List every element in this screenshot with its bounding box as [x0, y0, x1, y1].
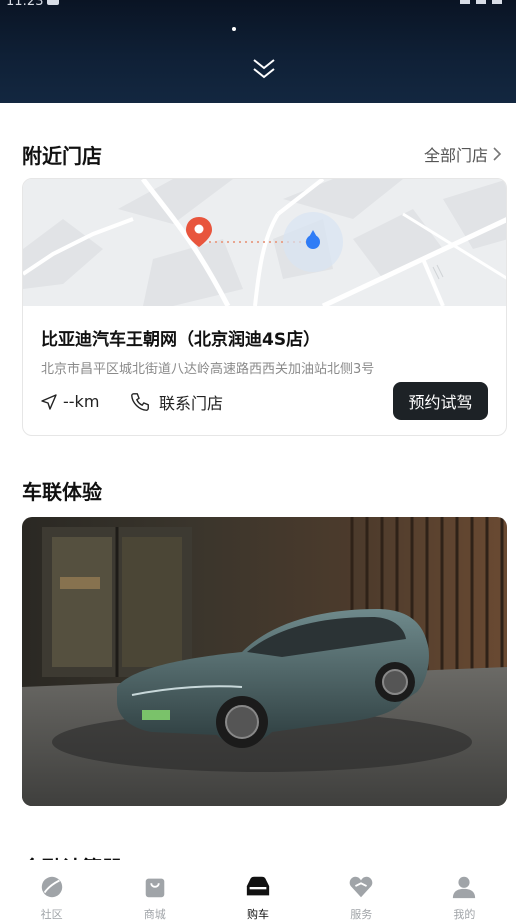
chevron-right-icon: [493, 147, 502, 161]
finance-calculator-title: 金融计算器: [22, 846, 122, 860]
bottom-tab-bar: 社区 商城 购车 服务 我的: [0, 862, 516, 922]
tab-buy-car[interactable]: 购车: [206, 862, 309, 922]
distance-value: --km: [63, 392, 100, 411]
battery-icon: [492, 0, 502, 4]
store-distance: --km: [41, 392, 99, 411]
tab-label: 服务: [350, 908, 373, 921]
tab-mall[interactable]: 商城: [103, 862, 206, 922]
community-icon: [41, 876, 62, 898]
service-icon: [349, 876, 373, 898]
status-bar-time: 11:23: [6, 0, 60, 9]
car-icon: [246, 876, 270, 896]
connected-experience-title: 车联体验: [22, 480, 102, 504]
status-bar-icons: [460, 0, 502, 4]
all-stores-link[interactable]: 全部门店: [424, 142, 502, 166]
hero-banner: 11:23: [0, 0, 516, 103]
phone-icon: [131, 393, 149, 411]
connected-experience-banner[interactable]: [22, 517, 507, 806]
nearby-stores-title: 附近门店: [22, 144, 102, 168]
car-showroom-image: [22, 517, 507, 806]
all-stores-label: 全部门店: [423, 146, 488, 165]
store-address: 北京市昌平区城北街道八达岭高速路西西关加油站北侧3号: [41, 362, 375, 377]
wifi-icon: [460, 0, 470, 4]
profile-icon: [453, 876, 476, 899]
carousel-dot: [232, 27, 236, 31]
tab-profile[interactable]: 我的: [413, 862, 516, 922]
tab-service[interactable]: 服务: [310, 862, 413, 922]
store-name: 比亚迪汽车王朝网（北京润迪4S店）: [41, 330, 321, 350]
mall-bag-icon: [145, 878, 165, 898]
chevron-down-icon[interactable]: [252, 58, 276, 80]
tab-label: 购车: [247, 908, 269, 921]
signal-icon: [476, 0, 486, 4]
contact-store-label: 联系门店: [159, 394, 224, 413]
tab-community[interactable]: 社区: [0, 862, 103, 922]
notification-icon: [47, 0, 60, 5]
tab-label: 商城: [143, 908, 166, 921]
tab-label: 社区: [40, 908, 63, 921]
store-card[interactable]: 比亚迪汽车王朝网（北京润迪4S店） 北京市昌平区城北街道八达岭高速路西西关加油站…: [22, 178, 507, 436]
tab-label: 我的: [453, 908, 476, 921]
navigation-arrow-icon: [41, 393, 57, 410]
store-map[interactable]: [23, 179, 507, 306]
contact-store-button[interactable]: 联系门店: [129, 390, 223, 414]
book-test-drive-button[interactable]: 预约试驾: [393, 382, 488, 420]
